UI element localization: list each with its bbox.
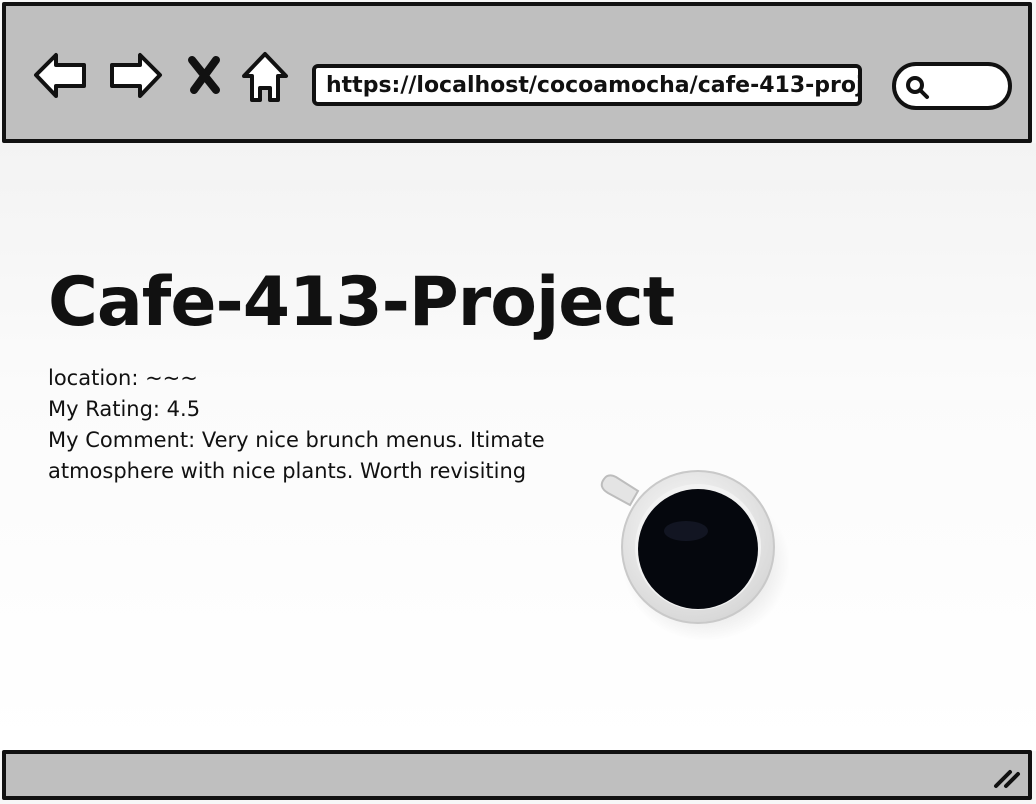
rating-text: My Rating: 4.5 [48, 397, 201, 421]
search-input[interactable] [892, 62, 1012, 110]
close-icon [188, 56, 220, 94]
address-bar-url: https://localhost/cocoamocha/cafe-413-pr… [326, 73, 862, 98]
location-text: location: ~~~ [48, 366, 198, 390]
search-icon [906, 76, 929, 99]
arrow-right-icon [110, 53, 162, 98]
status-bar [2, 750, 1032, 800]
arrow-left-icon [34, 53, 86, 98]
back-button[interactable] [32, 46, 90, 104]
resize-grip-icon[interactable] [992, 764, 1022, 790]
address-bar[interactable]: https://localhost/cocoamocha/cafe-413-pr… [312, 64, 862, 106]
home-button[interactable] [236, 46, 294, 104]
stop-button[interactable] [182, 46, 228, 104]
comment-text: My Comment: Very nice brunch menus. Itim… [48, 428, 545, 483]
page-content: Cafe-413-Project location: ~~~ My Rating… [0, 143, 1036, 751]
forward-button[interactable] [106, 46, 164, 104]
cafe-details: location: ~~~ My Rating: 4.5 My Comment:… [48, 363, 608, 487]
page-title: Cafe-413-Project [48, 263, 675, 342]
browser-window: https://localhost/cocoamocha/cafe-413-pr… [0, 0, 1036, 804]
home-icon [242, 52, 288, 102]
coffee-cup-image [600, 470, 790, 641]
browser-toolbar: https://localhost/cocoamocha/cafe-413-pr… [2, 2, 1032, 143]
